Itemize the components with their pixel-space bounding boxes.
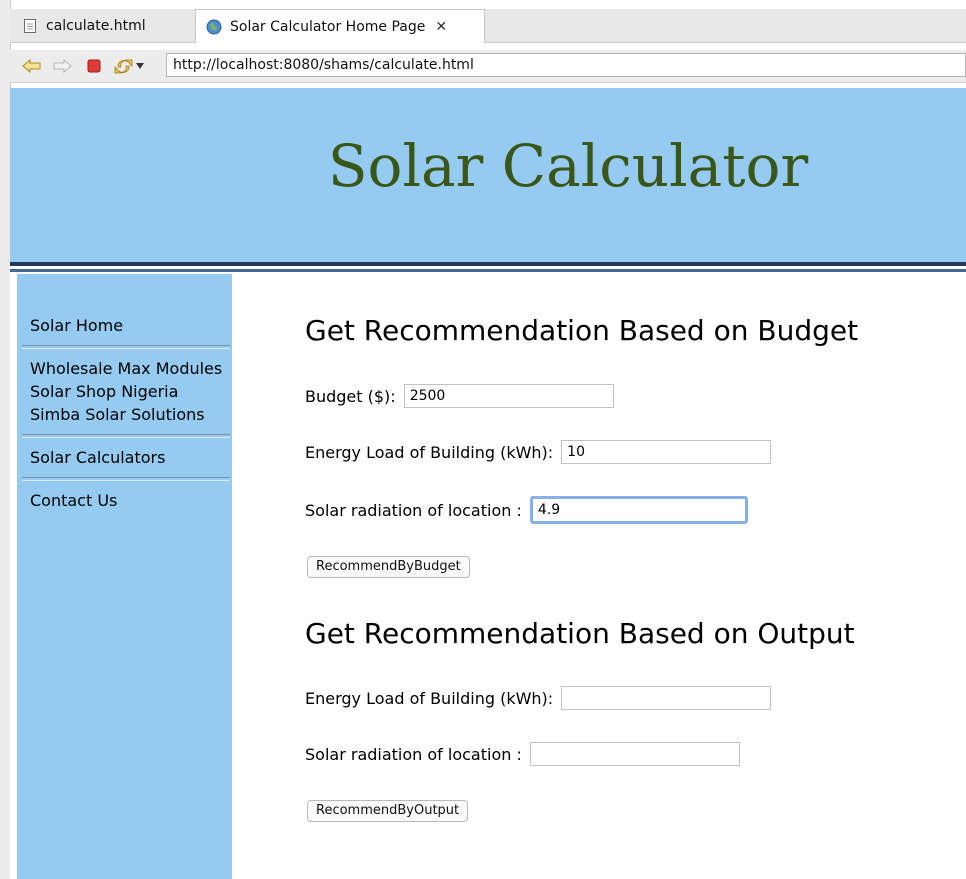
nav-link-contact-us[interactable]: Contact Us	[30, 489, 224, 512]
nav-divider	[22, 477, 230, 481]
header-divider-lower	[10, 269, 966, 272]
document-icon	[22, 18, 38, 34]
site-title: Solar Calculator	[327, 132, 809, 200]
output-radiation-row: Solar radiation of location :	[305, 742, 740, 766]
nav-group-home: Solar Home	[17, 314, 232, 337]
nav-link-solar-shop-nigeria[interactable]: Solar Shop Nigeria	[30, 380, 224, 403]
tab-label: calculate.html	[46, 17, 146, 34]
budget-load-row: Energy Load of Building (kWh):	[305, 440, 772, 464]
tab-calculate-html[interactable]: calculate.html	[10, 9, 190, 42]
budget-label: Budget ($):	[305, 386, 396, 406]
budget-radiation-row: Solar radiation of location :	[305, 496, 748, 524]
browser-toolbar: http://localhost:8080/shams/calculate.ht…	[10, 50, 966, 83]
close-icon[interactable]: ✕	[435, 19, 447, 35]
recommend-by-budget-button[interactable]: RecommendByBudget	[307, 556, 470, 578]
page-content: Solar Calculator Solar Home Wholesale Ma…	[10, 88, 966, 879]
recommend-by-output-button[interactable]: RecommendByOutput	[307, 800, 469, 822]
tab-bar: calculate.html Solar Calculator Home Pag…	[10, 9, 966, 43]
budget-input[interactable]	[403, 384, 614, 408]
nav-link-solar-home[interactable]: Solar Home	[30, 314, 224, 337]
budget-row: Budget ($):	[305, 384, 614, 408]
budget-section-title: Get Recommendation Based on Budget	[305, 314, 859, 347]
energy-load-label: Energy Load of Building (kWh):	[305, 442, 554, 462]
refresh-icon[interactable]	[114, 56, 134, 76]
tab-solar-calculator-home[interactable]: Solar Calculator Home Page ✕	[195, 9, 485, 43]
output-section-title: Get Recommendation Based on Output	[305, 617, 855, 650]
nav-link-solar-calculators[interactable]: Solar Calculators	[30, 446, 224, 469]
solar-radiation-label: Solar radiation of location :	[305, 744, 522, 764]
refresh-dropdown-chevron-icon[interactable]	[134, 56, 146, 76]
globe-icon	[206, 19, 222, 35]
nav-group-calculators: Solar Calculators	[17, 446, 232, 469]
tab-label: Solar Calculator Home Page	[230, 18, 426, 35]
nav-divider	[22, 345, 230, 349]
solar-radiation-input[interactable]	[529, 742, 740, 766]
stop-icon[interactable]	[84, 56, 104, 76]
site-header: Solar Calculator	[10, 88, 966, 262]
output-load-row: Energy Load of Building (kWh):	[305, 686, 772, 710]
solar-radiation-input[interactable]	[529, 496, 748, 524]
nav-link-simba-solar-solutions[interactable]: Simba Solar Solutions	[30, 403, 224, 426]
nav-divider	[22, 434, 230, 438]
energy-load-input[interactable]	[561, 686, 772, 710]
energy-load-label: Energy Load of Building (kWh):	[305, 688, 554, 708]
back-arrow-icon[interactable]	[22, 56, 42, 76]
address-bar[interactable]: http://localhost:8080/shams/calculate.ht…	[166, 53, 966, 77]
nav-link-wholesale-max-modules[interactable]: Wholesale Max Modules	[30, 357, 224, 380]
energy-load-input[interactable]	[561, 440, 772, 464]
solar-radiation-label: Solar radiation of location :	[305, 500, 522, 520]
sidebar: Solar Home Wholesale Max Modules Solar S…	[17, 274, 232, 879]
forward-arrow-icon[interactable]	[52, 56, 72, 76]
nav-group-suppliers: Wholesale Max Modules Solar Shop Nigeria…	[17, 357, 232, 426]
nav-group-contact: Contact Us	[17, 489, 232, 512]
